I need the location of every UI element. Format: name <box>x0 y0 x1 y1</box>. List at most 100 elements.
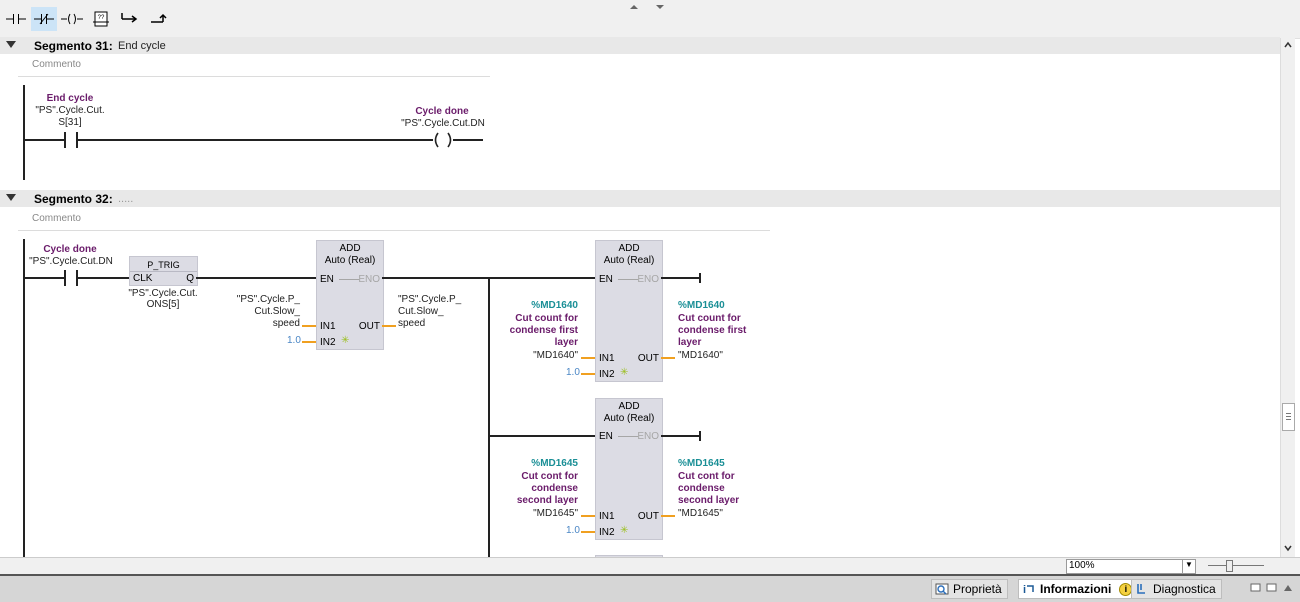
svg-text:??: ?? <box>98 15 105 21</box>
contact-operand[interactable]: "PS".Cycle.Cut.DN <box>24 256 118 268</box>
pin-wire <box>581 531 595 533</box>
eno-pin: ENO <box>358 274 380 285</box>
add2-out-operand[interactable]: "MD1640" <box>678 350 758 362</box>
segment-32-header[interactable]: Segmento 32: ..... <box>0 190 1280 207</box>
en-pin: EN <box>599 431 613 442</box>
add-input-star-icon[interactable]: ✳ <box>620 367 628 378</box>
add-box-3[interactable]: ADD Auto (Real) EN ENO IN1 OUT IN2 ✳ <box>595 398 663 540</box>
add3-out-comment: second layer <box>678 495 740 506</box>
splitter-handle[interactable] <box>622 0 672 9</box>
zoom-slider-handle[interactable] <box>1226 560 1233 572</box>
panel-controls-icon[interactable] <box>1250 582 1296 594</box>
wire-end <box>699 431 701 441</box>
contact-symbol-name: End cycle <box>46 93 94 104</box>
tab-info[interactable]: i Informazioni i <box>1018 579 1139 599</box>
open-branch-button[interactable] <box>116 7 142 31</box>
add3-in1-comment: condense <box>531 483 578 494</box>
add1-in1-operand[interactable]: speed <box>230 318 300 330</box>
p-trig-title: P_TRIG <box>147 260 180 270</box>
add3-in2-constant[interactable]: 1.0 <box>566 525 580 536</box>
pin-wire <box>661 357 675 359</box>
add2-out-comment: Cut count for <box>678 313 741 324</box>
add1-out-operand[interactable]: speed <box>398 318 468 330</box>
add-type-selector[interactable]: Auto (Real) <box>317 255 383 267</box>
add2-out-comment: condense first <box>678 325 747 336</box>
in2-pin: IN2 <box>599 369 615 380</box>
scroll-thumb[interactable] <box>1282 403 1295 431</box>
segment-32-comment[interactable]: Commento <box>32 213 81 224</box>
tab-properties[interactable]: Proprietà <box>931 579 1008 599</box>
chevron-down-icon[interactable]: ▼ <box>1182 560 1195 573</box>
add2-in1-operand[interactable]: "MD1640" <box>498 350 578 362</box>
add-box-1[interactable]: ADD Auto (Real) EN ENO IN1 OUT IN2 ✳ <box>316 240 384 350</box>
tab-diagnostics[interactable]: Diagnostica <box>1131 579 1222 599</box>
segment-31-comment[interactable]: Commento <box>32 59 81 70</box>
p-trig-operand-index[interactable]: ONS[5] <box>122 299 204 311</box>
coil-operand[interactable]: "PS".Cycle.Cut.DN <box>396 118 490 130</box>
add1-in1-operand[interactable]: Cut.Slow_ <box>230 306 300 318</box>
pin-wire <box>581 515 595 517</box>
segment-31-title: Segmento 31: <box>34 39 113 53</box>
add2-in1-comment: condense first <box>509 325 578 336</box>
zoom-value: 100% <box>1069 560 1095 571</box>
empty-box-button[interactable]: ?? <box>88 7 114 31</box>
add3-out-operand[interactable]: "MD1645" <box>678 508 758 520</box>
eno-pin: ENO <box>637 274 659 285</box>
segment-31-header[interactable]: Segmento 31: End cycle <box>0 37 1280 54</box>
vertical-scrollbar[interactable] <box>1280 38 1295 557</box>
add-input-star-icon[interactable]: ✳ <box>341 335 349 346</box>
nc-contact-button[interactable] <box>31 7 57 31</box>
add3-in1-operand[interactable]: "MD1645" <box>498 508 578 520</box>
collapse-triangle-icon[interactable] <box>6 41 16 48</box>
zoom-slider-track[interactable] <box>1208 565 1264 566</box>
contact-operand-index[interactable]: S[31] <box>24 117 116 129</box>
comment-divider <box>18 76 490 77</box>
en-pin: EN <box>599 274 613 285</box>
add-input-star-icon[interactable]: ✳ <box>620 525 628 536</box>
in2-pin: IN2 <box>599 527 615 538</box>
contact-symbol-name: Cycle done <box>43 244 97 255</box>
add1-in2-constant[interactable]: 1.0 <box>287 335 301 346</box>
collapse-triangle-icon[interactable] <box>6 194 16 201</box>
p-trig-box[interactable]: P_TRIG CLK Q <box>129 256 198 286</box>
add3-out-comment: condense <box>678 483 725 494</box>
add3-out-comment: Cut cont for <box>678 471 735 482</box>
wire <box>453 139 483 141</box>
add2-out-comment: layer <box>678 337 702 348</box>
add3-in1-comment: Cut cont for <box>521 471 578 482</box>
no-contact-button[interactable] <box>3 7 29 31</box>
add1-out-operand[interactable]: Cut.Slow_ <box>398 306 468 318</box>
zoom-select[interactable]: 100% ▼ <box>1066 559 1196 574</box>
scroll-up-icon[interactable] <box>1283 40 1293 50</box>
power-rail <box>23 239 25 557</box>
scroll-down-icon[interactable] <box>1283 543 1293 553</box>
segment-32-name[interactable]: ..... <box>118 193 133 205</box>
tab-info-label: Informazioni <box>1040 582 1112 596</box>
add2-in1-address: %MD1640 <box>531 300 578 311</box>
segment-31-name[interactable]: End cycle <box>118 40 166 52</box>
close-branch-button[interactable] <box>145 7 171 31</box>
coil-symbol[interactable] <box>432 132 454 148</box>
add2-out-address: %MD1640 <box>678 300 725 311</box>
wire <box>24 139 64 141</box>
pin-wire <box>581 373 595 375</box>
tab-diagnostics-label: Diagnostica <box>1153 582 1216 596</box>
clk-pin: CLK <box>133 273 153 284</box>
no-contact-icon <box>6 14 26 24</box>
add1-out-operand[interactable]: "PS".Cycle.P_ <box>398 294 468 306</box>
diagnostics-icon <box>1137 584 1145 594</box>
contact-operand[interactable]: "PS".Cycle.Cut. <box>24 105 116 117</box>
wire <box>77 277 129 279</box>
wire <box>488 435 596 437</box>
add1-in1-operand[interactable]: "PS".Cycle.P_ <box>230 294 300 306</box>
add-type-selector[interactable]: Auto (Real) <box>596 413 662 425</box>
tab-properties-label: Proprietà <box>953 582 1002 596</box>
pin-wire <box>382 325 396 327</box>
add-box-2[interactable]: ADD Auto (Real) EN ENO IN1 OUT IN2 ✳ <box>595 240 663 382</box>
add2-in2-constant[interactable]: 1.0 <box>566 367 580 378</box>
coil-button[interactable] <box>59 7 85 31</box>
pin-wire <box>302 341 316 343</box>
in1-pin: IN1 <box>599 511 615 522</box>
add-title: ADD <box>618 401 640 412</box>
add-type-selector[interactable]: Auto (Real) <box>596 255 662 267</box>
